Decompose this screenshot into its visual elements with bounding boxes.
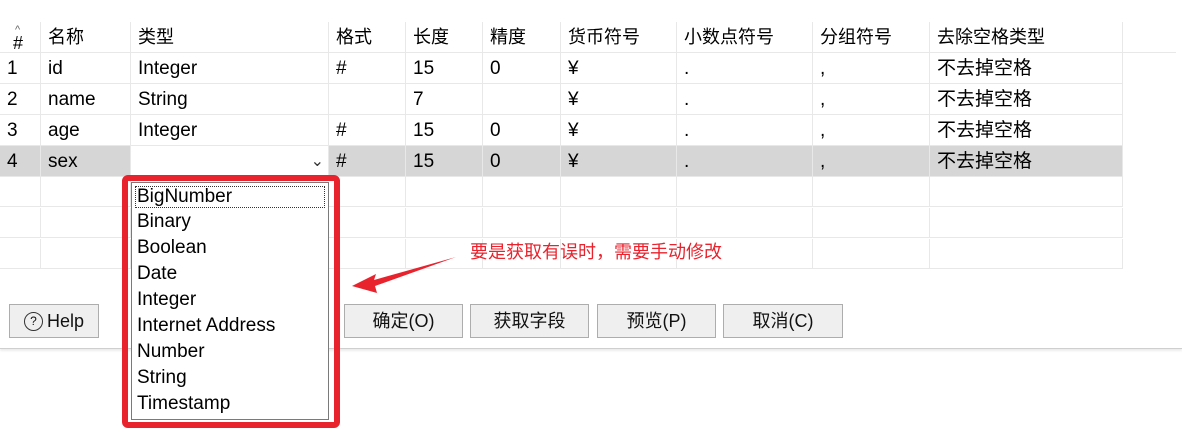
get-fields-button[interactable]: 获取字段: [470, 304, 589, 338]
cell-format[interactable]: #: [329, 115, 406, 146]
header-length[interactable]: 长度: [406, 22, 483, 53]
header-decimal[interactable]: 小数点符号: [677, 22, 813, 53]
empty-cell: [406, 177, 483, 207]
dropdown-option[interactable]: Date: [132, 261, 328, 287]
empty-cell: [329, 177, 406, 207]
cell-precision[interactable]: 0: [483, 53, 561, 84]
ok-button[interactable]: 确定(O): [344, 304, 463, 338]
empty-cell: [41, 239, 131, 269]
header-precision[interactable]: 精度: [483, 22, 561, 53]
cell-format[interactable]: #: [329, 146, 406, 177]
table-row[interactable]: 2 name String 7 ¥ . , 不去掉空格: [0, 84, 1176, 115]
type-dropdown-list[interactable]: BigNumber Binary Boolean Date Integer In…: [131, 182, 329, 420]
empty-cell: [813, 177, 930, 207]
dropdown-option[interactable]: BigNumber: [134, 185, 326, 209]
empty-cell: [813, 239, 930, 269]
header-type[interactable]: 类型: [131, 22, 329, 53]
cell-decimal[interactable]: .: [677, 84, 813, 115]
empty-cell: [561, 208, 677, 238]
row-num: 1: [0, 53, 41, 84]
preview-button[interactable]: 预览(P): [597, 304, 716, 338]
cell-trim[interactable]: 不去掉空格: [930, 146, 1123, 177]
cell-currency[interactable]: ¥: [561, 53, 677, 84]
dropdown-option[interactable]: Number: [132, 339, 328, 365]
cell-decimal[interactable]: .: [677, 146, 813, 177]
empty-cell: [329, 208, 406, 238]
empty-cell: [677, 177, 813, 207]
table-row[interactable]: 1 id Integer # 15 0 ¥ . , 不去掉空格: [0, 53, 1176, 84]
cell-name[interactable]: age: [41, 115, 131, 146]
header-trim[interactable]: 去除空格类型: [930, 22, 1123, 53]
cell-trim[interactable]: 不去掉空格: [930, 84, 1123, 115]
empty-cell: [406, 208, 483, 238]
empty-cell: [483, 177, 561, 207]
empty-cell: [0, 177, 41, 207]
empty-cell: [677, 208, 813, 238]
cell-currency[interactable]: ¥: [561, 115, 677, 146]
cell-format[interactable]: #: [329, 53, 406, 84]
cell-length[interactable]: 15: [406, 53, 483, 84]
empty-cell: [41, 177, 131, 207]
header-currency[interactable]: 货币符号: [561, 22, 677, 53]
empty-cell: [561, 177, 677, 207]
cell-name[interactable]: id: [41, 53, 131, 84]
grid-header: ^ # 名称 类型 格式 长度 精度 货币符号 小数点符号 分组符号 去除空格类…: [0, 22, 1176, 53]
cell-trim[interactable]: 不去掉空格: [930, 115, 1123, 146]
cell-precision[interactable]: 0: [483, 115, 561, 146]
header-num[interactable]: ^ #: [0, 22, 41, 53]
cell-name[interactable]: sex: [41, 146, 131, 177]
empty-cell: [813, 208, 930, 238]
question-circle-icon: ?: [23, 312, 43, 331]
cell-currency[interactable]: ¥: [561, 146, 677, 177]
dropdown-option[interactable]: Integer: [132, 287, 328, 313]
cell-length[interactable]: 7: [406, 84, 483, 115]
cancel-button[interactable]: 取消(C): [723, 304, 843, 338]
annotation-text: 要是获取有误时，需要手动修改: [470, 242, 722, 263]
empty-cell: [930, 208, 1123, 238]
empty-cell: [930, 239, 1123, 269]
empty-cell: [41, 208, 131, 238]
header-name[interactable]: 名称: [41, 22, 131, 53]
header-filler: [1123, 22, 1176, 53]
dropdown-option[interactable]: Boolean: [132, 235, 328, 261]
cell-length[interactable]: 15: [406, 115, 483, 146]
cell-name[interactable]: name: [41, 84, 131, 115]
empty-cell: [0, 208, 41, 238]
help-button[interactable]: ? Help: [9, 304, 99, 338]
dropdown-option[interactable]: String: [132, 365, 328, 391]
cell-type[interactable]: String: [131, 84, 329, 115]
empty-cell: [0, 239, 41, 269]
cell-trim[interactable]: 不去掉空格: [930, 53, 1123, 84]
row-num: 3: [0, 115, 41, 146]
type-combobox[interactable]: ⌄: [131, 146, 329, 177]
table-row[interactable]: 3 age Integer # 15 0 ¥ . , 不去掉空格: [0, 115, 1176, 146]
cell-decimal[interactable]: .: [677, 53, 813, 84]
cell-type[interactable]: Integer: [131, 115, 329, 146]
annotation-arrow-icon: [352, 257, 456, 293]
empty-cell: [930, 177, 1123, 207]
dropdown-option[interactable]: Internet Address: [132, 313, 328, 339]
row-num: 4: [0, 146, 41, 177]
row-num: 2: [0, 84, 41, 115]
cell-group[interactable]: ,: [813, 53, 930, 84]
empty-cell: [483, 208, 561, 238]
cell-format[interactable]: [329, 84, 406, 115]
header-group[interactable]: 分组符号: [813, 22, 930, 53]
table-row-selected[interactable]: 4 sex ⌄ # 15 0 ¥ . , 不去掉空格: [0, 146, 1176, 177]
header-format[interactable]: 格式: [329, 22, 406, 53]
cell-group[interactable]: ,: [813, 84, 930, 115]
cell-length[interactable]: 15: [406, 146, 483, 177]
cell-decimal[interactable]: .: [677, 115, 813, 146]
cell-group[interactable]: ,: [813, 146, 930, 177]
dropdown-option[interactable]: Binary: [132, 209, 328, 235]
cell-group[interactable]: ,: [813, 115, 930, 146]
cell-type[interactable]: Integer: [131, 53, 329, 84]
dropdown-option[interactable]: Timestamp: [132, 391, 328, 417]
cell-currency[interactable]: ¥: [561, 84, 677, 115]
chevron-down-icon[interactable]: ⌄: [311, 146, 324, 176]
cell-precision[interactable]: [483, 84, 561, 115]
cell-precision[interactable]: 0: [483, 146, 561, 177]
